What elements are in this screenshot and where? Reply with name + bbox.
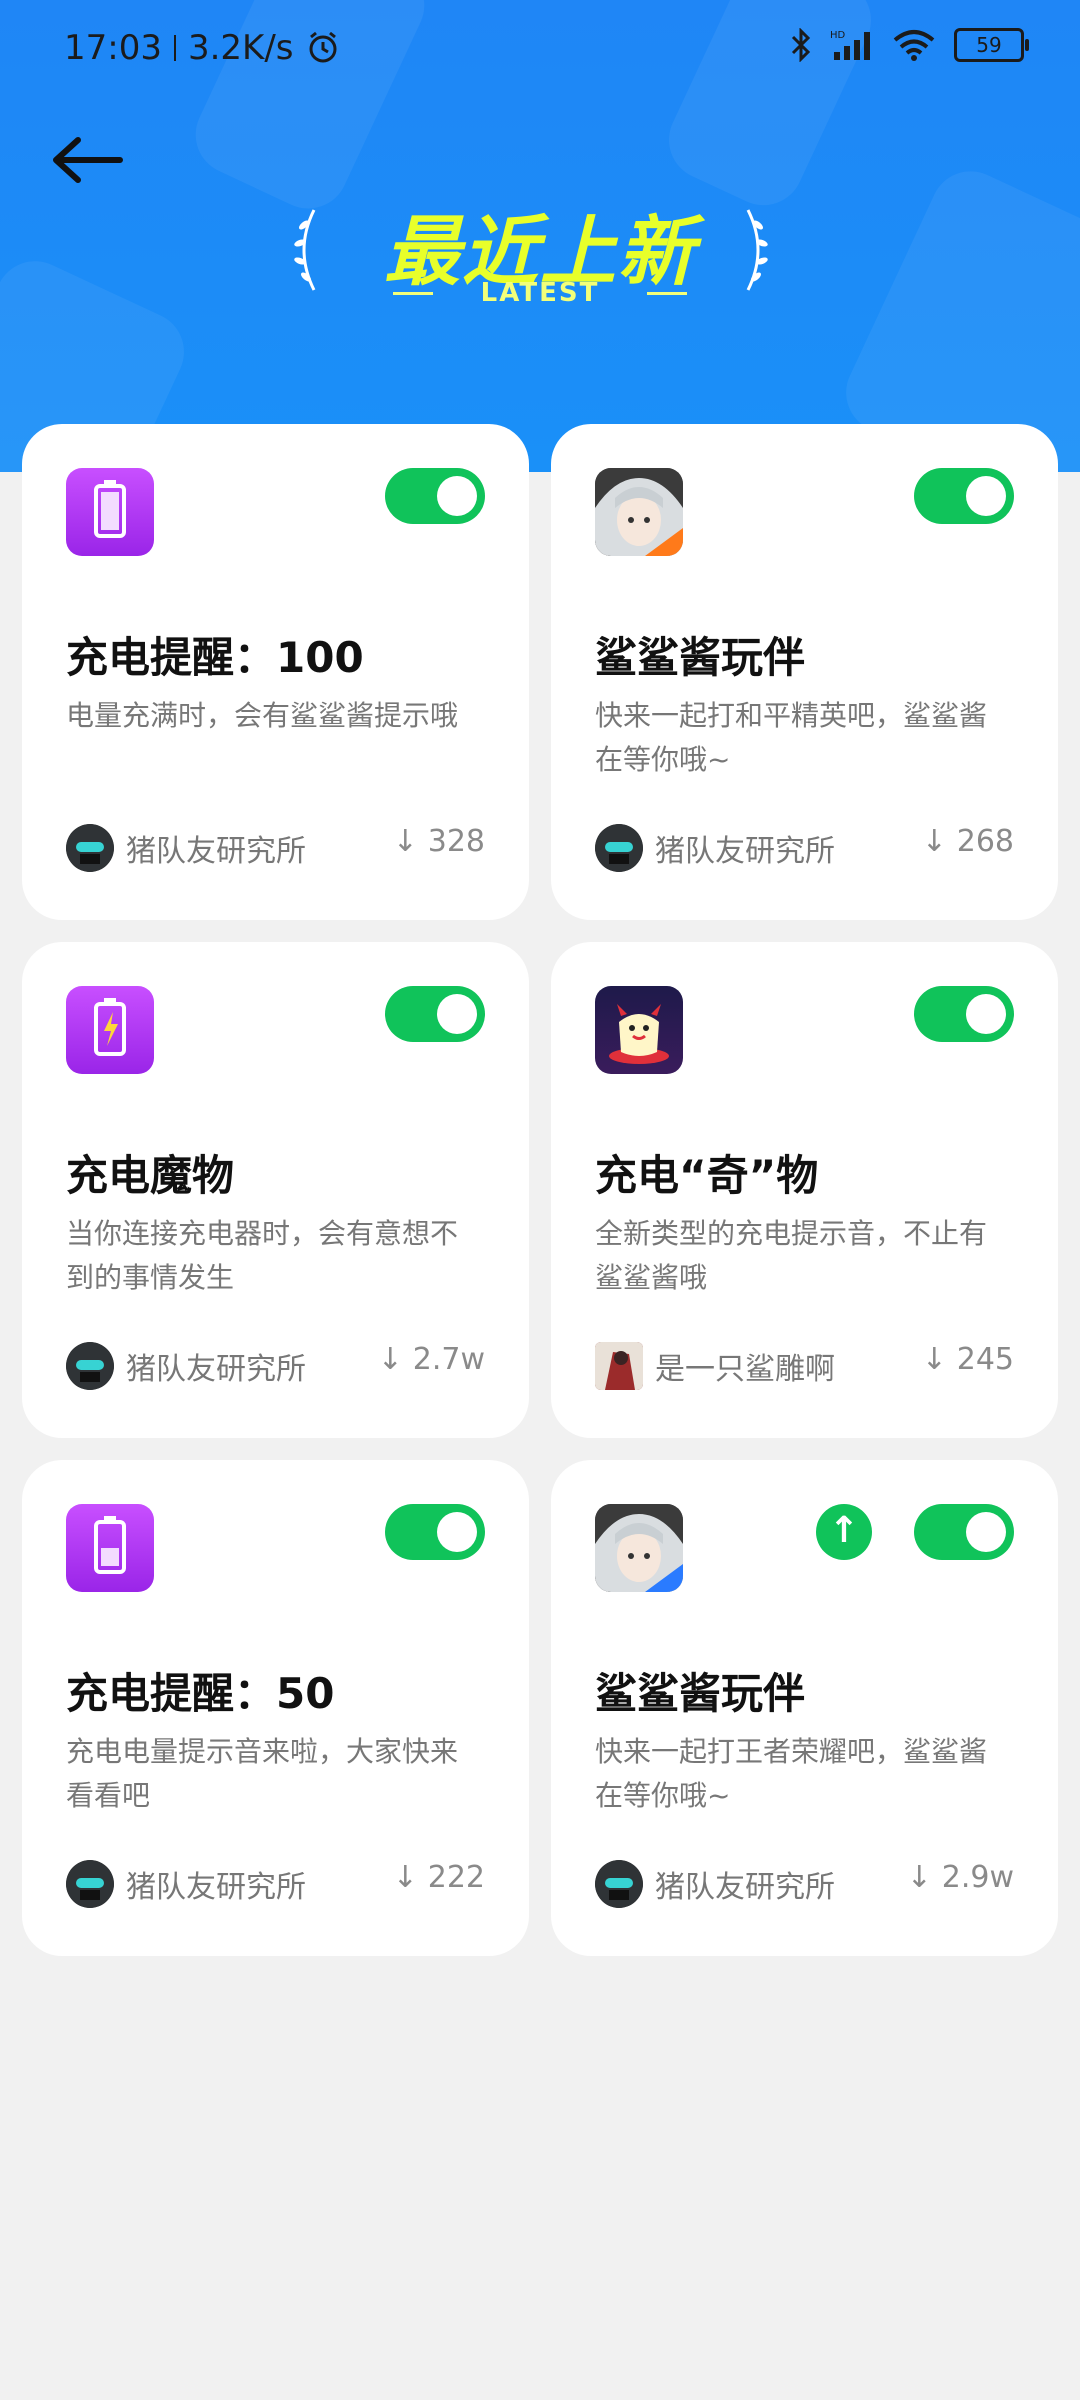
update-arrow-icon[interactable]: ↑ <box>816 1504 872 1560</box>
enable-toggle[interactable] <box>385 986 485 1042</box>
item-author[interactable]: 是一只鲨雕啊 <box>595 1342 835 1390</box>
download-icon: ↓ <box>921 824 947 859</box>
enable-toggle[interactable] <box>914 468 1014 524</box>
item-card[interactable]: 充电魔物 当你连接充电器时，会有意想不到的事情发生 猪队友研究所 ↓ 2.7w <box>22 942 529 1438</box>
item-description: 当你连接充电器时，会有意想不到的事情发生 <box>66 1217 459 1294</box>
alarm-icon <box>309 31 337 63</box>
avatar <box>595 1342 643 1390</box>
divider <box>647 292 688 295</box>
item-grid: 充电提醒：100 电量充满时，会有鲨鲨酱提示哦 猪队友研究所 ↓ 328 鲨鲨酱… <box>22 424 1058 1956</box>
battery-full-icon <box>66 468 154 556</box>
download-count: ↓ 268 <box>922 824 1014 859</box>
little-devil-icon <box>595 986 683 1074</box>
download-count-value: 222 <box>427 1860 485 1895</box>
item-author[interactable]: 猪队友研究所 <box>595 824 835 872</box>
avatar <box>66 824 114 872</box>
item-author[interactable]: 猪队友研究所 <box>595 1860 835 1908</box>
wifi-icon <box>893 30 935 61</box>
item-author[interactable]: 猪队友研究所 <box>66 1860 306 1908</box>
anime-girl-blue-icon <box>595 1504 683 1592</box>
signal-icon: HD <box>830 30 870 60</box>
item-title: 充电“奇”物 <box>595 1151 819 1200</box>
author-name: 猪队友研究所 <box>126 834 306 869</box>
download-count: ↓ 222 <box>393 1860 485 1895</box>
clock: 17:03 <box>64 28 162 68</box>
divider <box>392 292 433 295</box>
page-subtitle-text: LATEST <box>480 278 600 308</box>
battery-indicator: 59 <box>954 28 1029 62</box>
avatar <box>66 1860 114 1908</box>
item-description: 充电电量提示音来啦，大家快来看看吧 <box>66 1735 459 1812</box>
item-card[interactable]: 鲨鲨酱玩伴 快来一起打和平精英吧，鲨鲨酱在等你哦~ 猪队友研究所 ↓ 268 <box>551 424 1058 920</box>
item-description: 快来一起打和平精英吧，鲨鲨酱在等你哦~ <box>595 699 988 776</box>
status-bar: 17:03 3.2K/s HD 59 <box>0 0 1080 100</box>
enable-toggle[interactable] <box>385 1504 485 1560</box>
item-card[interactable]: ↑ 鲨鲨酱玩伴 快来一起打王者荣耀吧，鲨鲨酱在等你哦~ 猪队友研究所 ↓ 2.9… <box>551 1460 1058 1956</box>
download-icon: ↓ <box>392 824 418 859</box>
author-name: 猪队友研究所 <box>655 1870 835 1905</box>
item-title: 鲨鲨酱玩伴 <box>595 1669 806 1718</box>
download-icon: ↓ <box>906 1860 932 1895</box>
page-subtitle: LATEST <box>0 278 1080 308</box>
hd-label: HD <box>830 30 846 41</box>
item-title: 充电提醒：100 <box>66 633 364 682</box>
item-card[interactable]: 充电提醒：100 电量充满时，会有鲨鲨酱提示哦 猪队友研究所 ↓ 328 <box>22 424 529 920</box>
avatar <box>595 824 643 872</box>
item-card[interactable]: 充电提醒：50 充电电量提示音来啦，大家快来看看吧 猪队友研究所 ↓ 222 <box>22 1460 529 1956</box>
download-icon: ↓ <box>921 1342 947 1377</box>
enable-toggle[interactable] <box>914 986 1014 1042</box>
item-description: 快来一起打王者荣耀吧，鲨鲨酱在等你哦~ <box>595 1735 988 1812</box>
download-count-value: 2.7w <box>412 1342 485 1377</box>
download-count-value: 245 <box>956 1342 1014 1377</box>
battery-bolt-icon <box>66 986 154 1074</box>
author-name: 猪队友研究所 <box>126 1352 306 1387</box>
item-description: 全新类型的充电提示音，不止有鲨鲨酱哦 <box>595 1217 988 1294</box>
item-title: 充电魔物 <box>66 1151 235 1200</box>
item-author[interactable]: 猪队友研究所 <box>66 1342 306 1390</box>
item-card[interactable]: 充电“奇”物 全新类型的充电提示音，不止有鲨鲨酱哦 是一只鲨雕啊 ↓ 245 <box>551 942 1058 1438</box>
download-count: ↓ 328 <box>393 824 485 859</box>
item-description: 电量充满时，会有鲨鲨酱提示哦 <box>66 699 459 732</box>
download-count: ↓ 2.9w <box>907 1860 1014 1895</box>
item-title: 鲨鲨酱玩伴 <box>595 633 806 682</box>
download-icon: ↓ <box>392 1860 418 1895</box>
download-count-value: 328 <box>427 824 485 859</box>
divider <box>173 35 176 61</box>
anime-girl-orange-icon <box>595 468 683 556</box>
item-author[interactable]: 猪队友研究所 <box>66 824 306 872</box>
avatar <box>66 1342 114 1390</box>
network-speed: 3.2K/s <box>187 28 294 68</box>
item-title: 充电提醒：50 <box>66 1669 335 1718</box>
download-count-value: 2.9w <box>941 1860 1014 1895</box>
enable-toggle[interactable] <box>914 1504 1014 1560</box>
download-count-value: 268 <box>956 824 1014 859</box>
author-name: 是一只鲨雕啊 <box>655 1352 835 1387</box>
avatar <box>595 1860 643 1908</box>
enable-toggle[interactable] <box>385 468 485 524</box>
back-arrow-icon[interactable] <box>48 130 128 190</box>
battery-half-icon <box>66 1504 154 1592</box>
author-name: 猪队友研究所 <box>126 1870 306 1905</box>
download-count: ↓ 2.7w <box>378 1342 485 1377</box>
download-icon: ↓ <box>377 1342 403 1377</box>
download-count: ↓ 245 <box>922 1342 1014 1377</box>
bluetooth-icon <box>791 28 811 62</box>
header-banner: 17:03 3.2K/s HD 59 最近上新 LATEST <box>0 0 1080 472</box>
author-name: 猪队友研究所 <box>655 834 835 869</box>
